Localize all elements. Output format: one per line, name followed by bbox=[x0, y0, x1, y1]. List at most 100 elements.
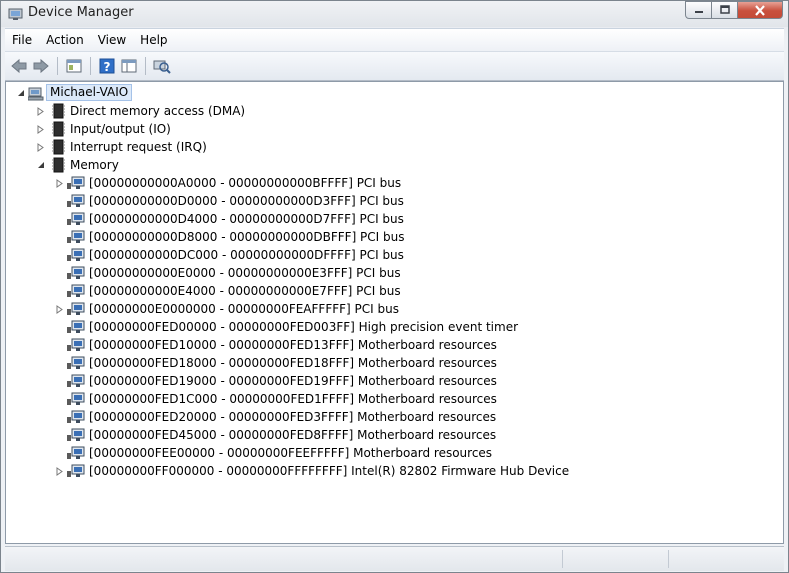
device-icon bbox=[67, 193, 85, 209]
properties-view-button[interactable] bbox=[63, 55, 85, 77]
expand-arrow-icon[interactable] bbox=[36, 102, 45, 120]
close-button[interactable] bbox=[738, 1, 783, 19]
show-hide-tree-button[interactable] bbox=[118, 55, 140, 77]
memory-range-label: [00000000000E4000 - 00000000000E7FFF] PC… bbox=[89, 284, 401, 298]
tree-memory-item[interactable]: [00000000000D0000 - 00000000000D3FFF] PC… bbox=[6, 192, 776, 210]
expand-arrow-icon[interactable] bbox=[55, 174, 64, 192]
toolbar-separator bbox=[145, 57, 146, 75]
category-label: Interrupt request (IRQ) bbox=[70, 140, 207, 154]
title-bar[interactable]: Device Manager bbox=[1, 1, 788, 27]
tree-memory-item[interactable]: [00000000FED19000 - 00000000FED19FFF] Mo… bbox=[6, 372, 776, 390]
chip-icon bbox=[50, 121, 66, 137]
tree-memory-item[interactable]: [00000000E0000000 - 00000000FEAFFFFF] PC… bbox=[6, 300, 776, 318]
menu-help[interactable]: Help bbox=[133, 33, 174, 47]
memory-range-label: [00000000FF000000 - 00000000FFFFFFFF] In… bbox=[89, 464, 570, 478]
device-icon bbox=[67, 247, 85, 263]
tree-memory-item[interactable]: [00000000000E0000 - 00000000000E3FFF] PC… bbox=[6, 264, 776, 282]
category-label: Direct memory access (DMA) bbox=[70, 104, 246, 118]
tree-memory-item[interactable]: [00000000000D4000 - 00000000000D7FFF] PC… bbox=[6, 210, 776, 228]
tree-memory-item[interactable]: [00000000FED45000 - 00000000FED8FFFF] Mo… bbox=[6, 426, 776, 444]
category-label: Memory bbox=[70, 158, 119, 172]
expand-arrow-icon[interactable] bbox=[55, 300, 64, 318]
tree-memory-item[interactable]: [00000000FED00000 - 00000000FED003FF] Hi… bbox=[6, 318, 776, 336]
minimize-icon bbox=[694, 11, 703, 13]
memory-range-label: [00000000FED00000 - 00000000FED003FF] Hi… bbox=[89, 320, 519, 334]
help-icon: ? bbox=[99, 58, 115, 74]
toolbar-separator bbox=[90, 57, 91, 75]
memory-range-label: [00000000FED20000 - 00000000FED3FFFF] Mo… bbox=[89, 410, 497, 424]
device-manager-app-icon bbox=[8, 8, 23, 20]
memory-range-label: [00000000FED45000 - 00000000FED8FFFF] Mo… bbox=[89, 428, 497, 442]
device-icon bbox=[67, 319, 85, 335]
root-label: Michael-VAIO bbox=[46, 84, 133, 101]
device-icon bbox=[67, 211, 85, 227]
device-tree[interactable]: Michael-VAIO Direct memory access (DMA) In… bbox=[5, 81, 784, 544]
menu-action[interactable]: Action bbox=[39, 33, 91, 47]
memory-range-label: [00000000FED1C000 - 00000000FED1FFFF] Mo… bbox=[89, 392, 497, 406]
tree-memory-item[interactable]: [00000000000DC000 - 00000000000DFFFF] PC… bbox=[6, 246, 776, 264]
show-hide-tree-icon bbox=[121, 59, 137, 73]
memory-range-label: [00000000000D0000 - 00000000000D3FFF] PC… bbox=[89, 194, 404, 208]
tree-root-computer[interactable]: Michael-VAIO bbox=[6, 84, 776, 102]
tree-memory-item[interactable]: [00000000FF000000 - 00000000FFFFFFFF] In… bbox=[6, 462, 776, 480]
memory-range-label: [00000000FED18000 - 00000000FED18FFF] Mo… bbox=[89, 356, 497, 370]
close-icon bbox=[755, 4, 765, 16]
memory-range-label: [00000000FED19000 - 00000000FED19FFF] Mo… bbox=[89, 374, 497, 388]
maximize-button[interactable] bbox=[712, 1, 738, 19]
device-icon bbox=[67, 445, 85, 461]
tree-category[interactable]: Input/output (IO) bbox=[6, 120, 776, 138]
device-icon bbox=[67, 301, 85, 317]
tree-category[interactable]: Interrupt request (IRQ) bbox=[6, 138, 776, 156]
minimize-button[interactable] bbox=[685, 1, 712, 19]
toolbar-separator bbox=[57, 57, 58, 75]
tree-memory-item[interactable]: [00000000000A0000 - 00000000000BFFFF] PC… bbox=[6, 174, 776, 192]
tree-memory-item[interactable]: [00000000FED1C000 - 00000000FED1FFFF] Mo… bbox=[6, 390, 776, 408]
menu-file[interactable]: File bbox=[5, 33, 39, 47]
svg-text:?: ? bbox=[104, 60, 111, 74]
expand-arrow-icon[interactable] bbox=[36, 138, 45, 156]
scan-hardware-icon bbox=[153, 60, 171, 74]
status-pane-divider bbox=[668, 550, 669, 568]
tree-category[interactable]: Direct memory access (DMA) bbox=[6, 102, 776, 120]
collapse-arrow-icon[interactable] bbox=[16, 84, 25, 102]
computer-icon bbox=[27, 85, 44, 101]
device-icon bbox=[67, 373, 85, 389]
toolbar: ? bbox=[5, 51, 784, 81]
device-icon bbox=[67, 283, 85, 299]
device-icon bbox=[67, 427, 85, 443]
forward-icon bbox=[33, 58, 49, 74]
device-icon bbox=[67, 409, 85, 425]
status-pane-divider bbox=[562, 550, 563, 568]
forward-button[interactable] bbox=[30, 55, 52, 77]
collapse-arrow-icon[interactable] bbox=[36, 156, 45, 174]
window-controls bbox=[685, 1, 783, 20]
status-bar bbox=[5, 546, 784, 571]
tree-category[interactable]: Memory bbox=[6, 156, 776, 174]
expand-arrow-icon[interactable] bbox=[36, 120, 45, 138]
tree-memory-item[interactable]: [00000000FEE00000 - 00000000FEEFFFFF] Mo… bbox=[6, 444, 776, 462]
menu-view[interactable]: View bbox=[91, 33, 133, 47]
tree-memory-item[interactable]: [00000000FED18000 - 00000000FED18FFF] Mo… bbox=[6, 354, 776, 372]
device-icon bbox=[67, 355, 85, 371]
chip-icon bbox=[50, 157, 66, 173]
memory-range-label: [00000000FED10000 - 00000000FED13FFF] Mo… bbox=[89, 338, 497, 352]
tree-memory-item[interactable]: [00000000FED20000 - 00000000FED3FFFF] Mo… bbox=[6, 408, 776, 426]
tree-memory-item[interactable]: [00000000000E4000 - 00000000000E7FFF] PC… bbox=[6, 282, 776, 300]
category-label: Input/output (IO) bbox=[70, 122, 171, 136]
help-button[interactable]: ? bbox=[96, 55, 118, 77]
device-icon bbox=[67, 229, 85, 245]
back-button[interactable] bbox=[8, 55, 30, 77]
device-icon bbox=[67, 265, 85, 281]
scan-hardware-button[interactable] bbox=[151, 55, 173, 77]
memory-range-label: [00000000000E0000 - 00000000000E3FFF] PC… bbox=[89, 266, 401, 280]
memory-range-label: [00000000000A0000 - 00000000000BFFFF] PC… bbox=[89, 176, 402, 190]
memory-range-label: [00000000000DC000 - 00000000000DFFFF] PC… bbox=[89, 248, 404, 262]
menu-bar: File Action View Help bbox=[5, 28, 784, 51]
expand-arrow-icon[interactable] bbox=[55, 462, 64, 480]
chip-icon bbox=[50, 139, 66, 155]
memory-range-label: [00000000FEE00000 - 00000000FEEFFFFF] Mo… bbox=[89, 446, 493, 460]
chip-icon bbox=[50, 103, 66, 119]
tree-memory-item[interactable]: [00000000000D8000 - 00000000000DBFFF] PC… bbox=[6, 228, 776, 246]
maximize-icon bbox=[719, 5, 730, 14]
tree-memory-item[interactable]: [00000000FED10000 - 00000000FED13FFF] Mo… bbox=[6, 336, 776, 354]
